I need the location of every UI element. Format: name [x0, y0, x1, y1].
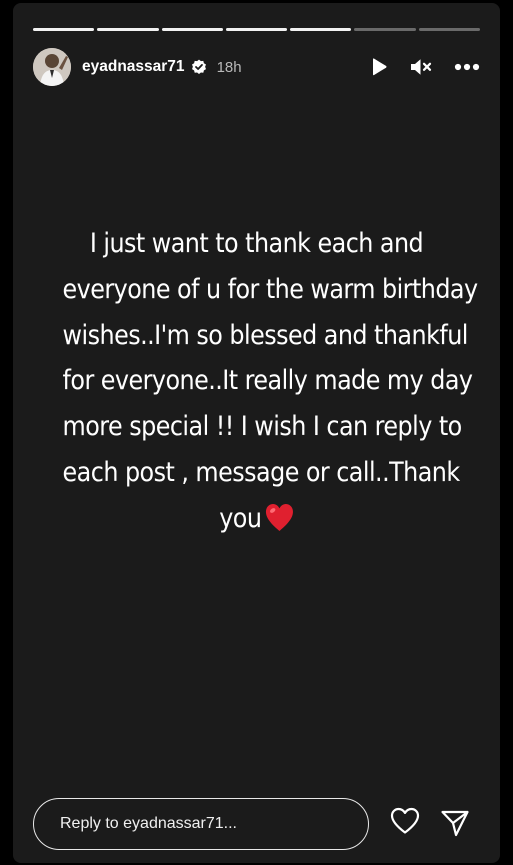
- username-text[interactable]: eyadnassar71: [82, 58, 185, 76]
- progress-segment: [33, 28, 95, 31]
- progress-segment: [225, 28, 288, 31]
- progress-segment: [97, 28, 159, 31]
- reply-input[interactable]: Reply to eyadnassar71...: [33, 798, 369, 850]
- progress-segment: [161, 28, 223, 31]
- progress-segment: [354, 28, 416, 31]
- story-timestamp: 18h: [216, 58, 242, 76]
- avatar[interactable]: [33, 48, 71, 86]
- send-icon[interactable]: [440, 809, 470, 842]
- story-controls: [370, 57, 480, 77]
- story-text-line: more special !! I wish I can reply to: [62, 411, 463, 443]
- story-text-line: everyone of u for the warm birthday: [62, 273, 479, 305]
- story-text-line: you: [219, 502, 262, 534]
- heart-icon[interactable]: [390, 807, 420, 840]
- story-text-line: wishes..I'm so blessed and thankful: [62, 319, 469, 351]
- story-viewer: eyadnassar71 18h I just want to thank ea…: [13, 3, 500, 863]
- progress-segment: [418, 28, 480, 31]
- heart-emoji: [265, 502, 294, 548]
- story-text: I just want to thank each and everyone o…: [62, 221, 479, 548]
- muted-speaker-icon[interactable]: [410, 57, 432, 77]
- story-text-line: I just want to thank each and: [89, 228, 424, 259]
- story-progress-bar: [33, 28, 480, 31]
- play-icon[interactable]: [370, 57, 388, 77]
- more-options-icon[interactable]: [454, 63, 480, 71]
- story-text-last-line: you: [63, 496, 451, 548]
- progress-segment: [290, 28, 352, 31]
- story-text-line: for everyone..It really made my day: [62, 365, 473, 397]
- username[interactable]: eyadnassar71: [82, 58, 207, 76]
- story-text-line: each post , message or call..Thank: [62, 456, 461, 488]
- story-header: eyadnassar71 18h: [33, 44, 480, 90]
- verified-badge-icon: [191, 59, 207, 75]
